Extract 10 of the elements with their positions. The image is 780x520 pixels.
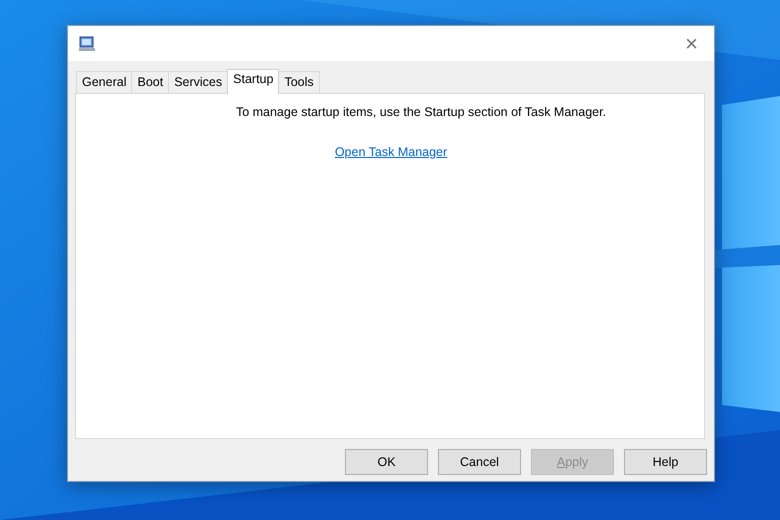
dialog-button[interactable]: OK [345,449,428,475]
tab[interactable]: General [76,71,132,93]
computer-icon [78,34,96,52]
instruction-text: To manage startup items, use the Startup section of Task Manager. [234,105,606,119]
close-button[interactable]: × [681,32,702,54]
dialog-button[interactable]: Help [624,449,707,475]
dialog-button[interactable]: Cancel [438,449,521,475]
tab[interactable]: Tools [278,71,320,93]
tab[interactable]: Startup [227,69,280,94]
open-task-manager-link[interactable]: Open Task Manager [332,145,448,159]
